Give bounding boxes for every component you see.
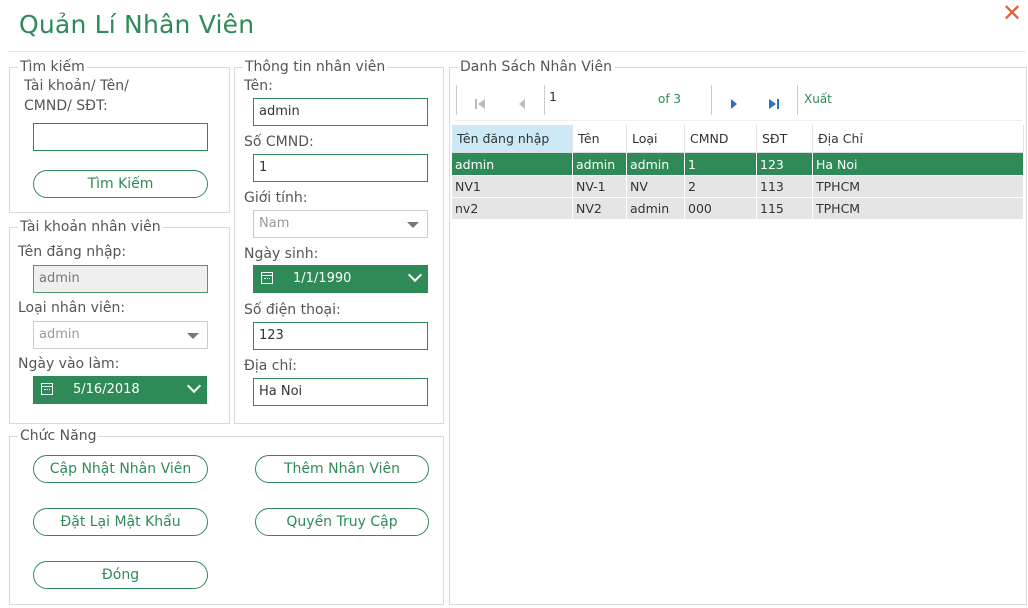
table-cell[interactable]: NV-1 [572, 175, 627, 198]
chevron-down-icon [407, 267, 423, 283]
table-cell[interactable]: admin [452, 152, 573, 176]
dob-value: 1/1/1990 [293, 271, 352, 286]
table-header-row: Tên đăng nhập Tên Loại CMND SĐT Địa Chỉ [452, 125, 1024, 153]
window-title: Quản Lí Nhân Viên [19, 10, 255, 39]
search-input[interactable] [33, 123, 208, 151]
reset-password-button[interactable]: Đặt Lại Mật Khẩu [33, 508, 208, 536]
employee-list-group-label: Danh Sách Nhân Viên [458, 58, 614, 76]
employee-table: Tên đăng nhập Tên Loại CMND SĐT Địa Chỉ … [452, 125, 1024, 220]
table-row[interactable]: nv2 NV2 admin 000 115 TPHCM [452, 197, 1024, 220]
search-group-label: Tìm kiếm [18, 58, 87, 76]
gender-value: Nam [259, 216, 290, 231]
address-label: Địa chỉ: [244, 358, 297, 374]
column-header-id[interactable]: CMND [684, 125, 757, 153]
table-cell[interactable]: NV1 [452, 175, 573, 198]
chevron-down-icon [186, 378, 202, 394]
dob-label: Ngày sinh: [244, 246, 319, 262]
update-employee-button[interactable]: Cập Nhật Nhân Viên [33, 455, 208, 483]
account-group: Tài khoản nhân viên Tên đăng nhập: admin… [9, 218, 230, 424]
username-label: Tên đăng nhập: [18, 244, 127, 260]
employee-list-group: Danh Sách Nhân Viên 1 of 3 Xuất Tên đăng… [449, 58, 1027, 605]
table-cell[interactable]: 2 [684, 175, 757, 198]
start-date-value: 5/16/2018 [73, 382, 140, 397]
start-date-label: Ngày vào làm: [18, 356, 120, 372]
table-cell[interactable]: 113 [756, 175, 813, 198]
address-field[interactable]: Ha Noi [253, 378, 428, 406]
name-label: Tên: [244, 78, 273, 94]
employee-type-value: admin [39, 327, 80, 342]
gender-label: Giới tính: [244, 190, 308, 206]
add-employee-button[interactable]: Thêm Nhân Viên [255, 455, 429, 483]
employee-info-group: Thông tin nhân viên Tên: admin Số CMND: … [234, 58, 444, 424]
table-cell[interactable]: admin [572, 152, 627, 176]
table-cell[interactable]: 000 [684, 197, 757, 220]
table-cell[interactable]: nv2 [452, 197, 573, 220]
id-number-label: Số CMND: [244, 134, 314, 150]
table-row[interactable]: admin admin admin 1 123 Ha Noi [452, 152, 1024, 176]
functions-group-label: Chức Năng [18, 427, 99, 445]
next-page-icon[interactable] [728, 95, 740, 109]
first-page-icon[interactable] [474, 95, 486, 109]
calendar-icon [261, 272, 273, 284]
dropdown-arrow-icon [187, 333, 199, 339]
column-header-address[interactable]: Địa Chỉ [812, 125, 1024, 153]
table-cell[interactable]: NV [626, 175, 685, 198]
export-button[interactable]: Xuất [804, 92, 832, 106]
previous-page-icon[interactable] [516, 95, 528, 109]
account-group-label: Tài khoản nhân viên [18, 218, 163, 236]
phone-label: Số điện thoại: [244, 302, 341, 318]
dropdown-arrow-icon [407, 222, 419, 228]
table-cell[interactable]: 115 [756, 197, 813, 220]
table-row[interactable]: NV1 NV-1 NV 2 113 TPHCM [452, 175, 1024, 198]
table-cell[interactable]: NV2 [572, 197, 627, 220]
username-field[interactable]: admin [33, 265, 208, 293]
page-count-label: of 3 [658, 92, 682, 106]
search-group: Tìm kiếm Tài khoản/ Tên/ CMND/ SĐT: Tìm … [9, 58, 230, 213]
column-header-phone[interactable]: SĐT [756, 125, 813, 153]
search-button[interactable]: Tìm Kiếm [33, 170, 208, 198]
phone-field[interactable]: 123 [253, 322, 428, 350]
employee-type-select[interactable]: admin [33, 321, 208, 349]
gender-select[interactable]: Nam [253, 210, 428, 238]
column-header-type[interactable]: Loại [626, 125, 685, 153]
id-number-field[interactable]: 1 [253, 154, 428, 182]
start-date-picker[interactable]: 5/16/2018 [33, 376, 207, 404]
search-prompt-line2: CMND/ SĐT: [24, 98, 108, 114]
search-prompt-line1: Tài khoản/ Tên/ [24, 78, 129, 94]
pager-toolbar: 1 of 3 Xuất [454, 82, 1022, 121]
column-header-username[interactable]: Tên đăng nhập [452, 125, 573, 153]
close-button[interactable]: Đóng [33, 561, 208, 589]
table-cell[interactable]: admin [626, 152, 685, 176]
table-cell[interactable]: TPHCM [812, 175, 1024, 198]
functions-group: Chức Năng Cập Nhật Nhân Viên Thêm Nhân V… [9, 427, 444, 605]
column-header-name[interactable]: Tên [572, 125, 627, 153]
last-page-icon[interactable] [768, 95, 780, 109]
employee-info-group-label: Thông tin nhân viên [243, 58, 388, 76]
calendar-icon [41, 383, 53, 395]
close-icon[interactable]: ✕ [1000, 0, 1024, 26]
page-number-input[interactable]: 1 [549, 84, 629, 110]
table-cell[interactable]: admin [626, 197, 685, 220]
table-cell[interactable]: 1 [684, 152, 757, 176]
table-cell[interactable]: Ha Noi [812, 152, 1024, 176]
dob-picker[interactable]: 1/1/1990 [253, 265, 428, 293]
employee-type-label: Loại nhân viên: [18, 300, 126, 316]
table-cell[interactable]: TPHCM [812, 197, 1024, 220]
name-field[interactable]: admin [253, 98, 428, 126]
title-divider [8, 51, 1026, 52]
access-rights-button[interactable]: Quyền Truy Cập [255, 508, 429, 536]
table-cell[interactable]: 123 [756, 152, 813, 176]
